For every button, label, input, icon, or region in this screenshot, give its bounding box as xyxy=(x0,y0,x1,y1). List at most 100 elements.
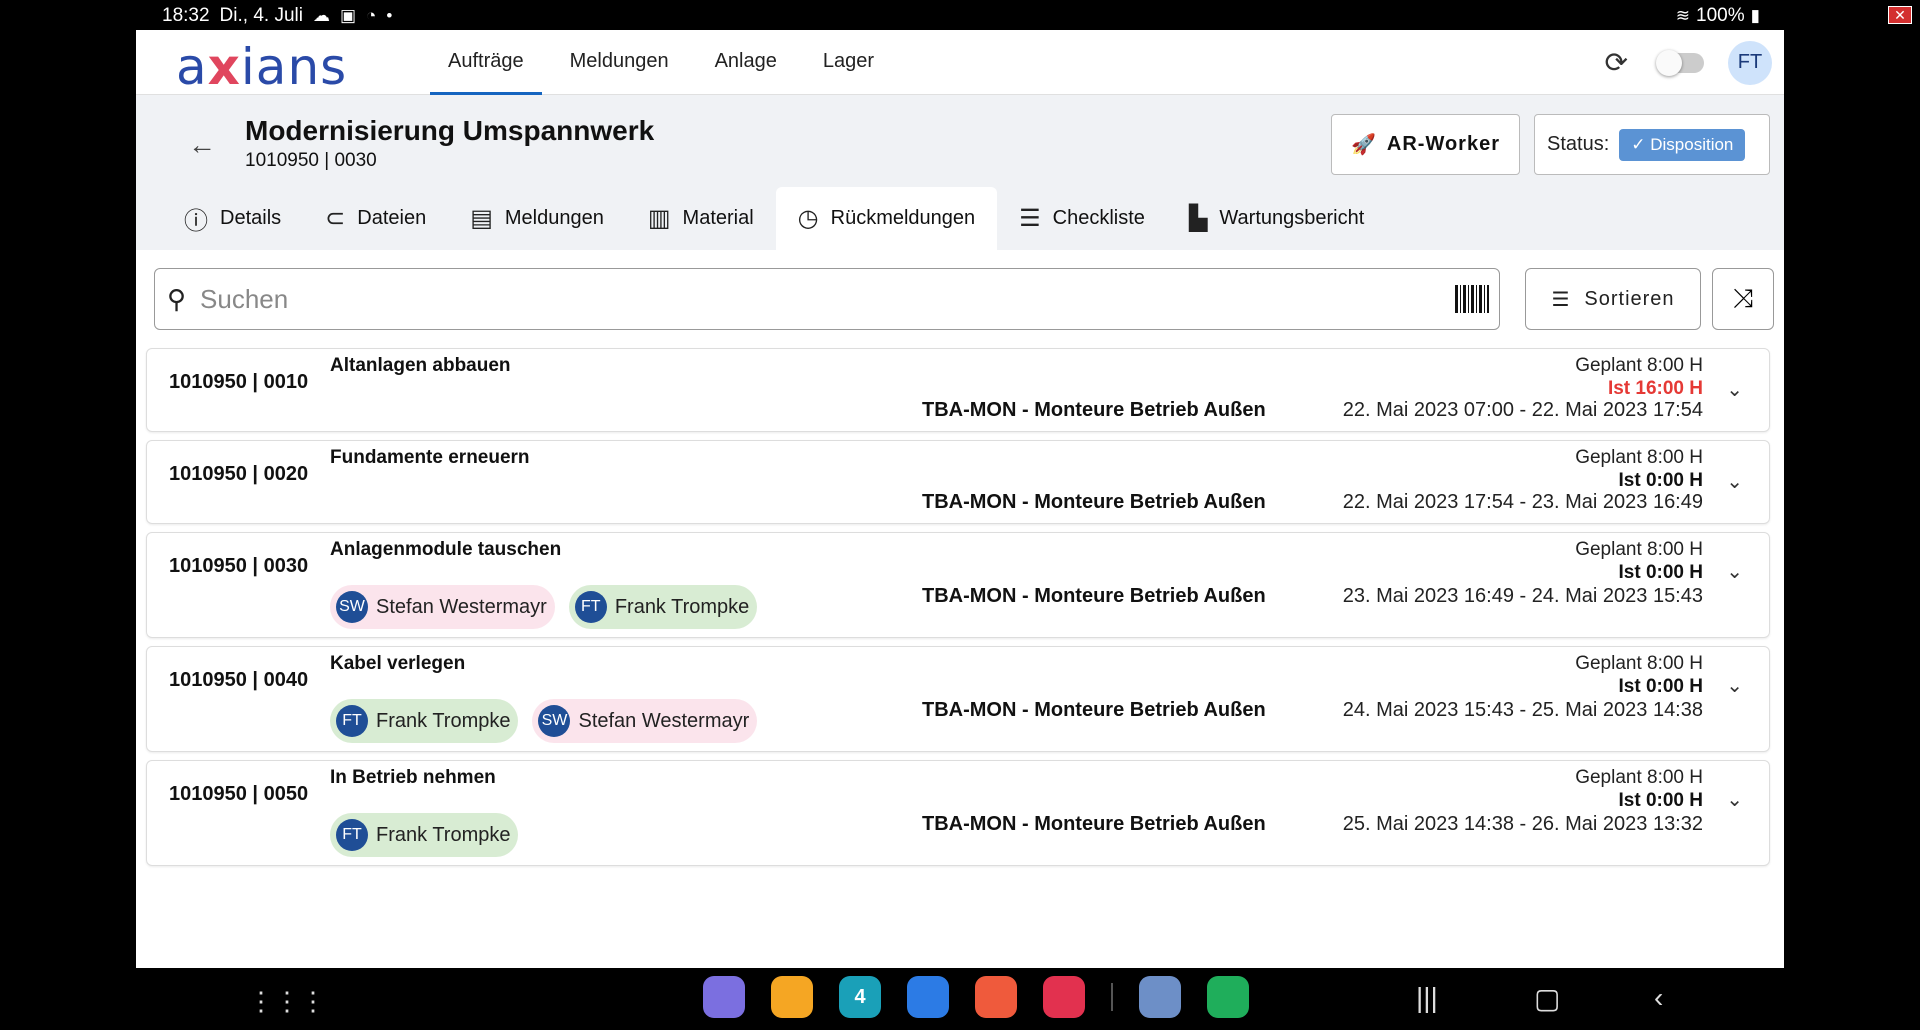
app-drawer-icon[interactable]: ⋮⋮⋮ xyxy=(248,986,326,1017)
search-input[interactable] xyxy=(200,283,1455,315)
list-item[interactable]: 1010950 | 0020 Fundamente erneuern TBA-M… xyxy=(146,440,1770,524)
cloud-icon: ☁ xyxy=(312,6,330,25)
tab-wartungsbericht[interactable]: ▙ Wartungsbericht xyxy=(1167,187,1386,250)
back-icon[interactable]: ‹ xyxy=(1654,982,1663,1014)
wifi-icon: ≋ xyxy=(1675,6,1691,25)
nav-meldungen[interactable]: Meldungen xyxy=(552,30,687,95)
search-row: ⚲ ☰ Sortieren ⤨ xyxy=(154,268,1774,330)
app-window: axians Aufträge Meldungen Anlage Lager ⟳… xyxy=(136,30,1784,968)
close-icon[interactable]: ✕ xyxy=(1888,6,1912,24)
document-icon: ▙ xyxy=(1188,205,1208,232)
actual-hours: Ist 16:00 H xyxy=(1607,378,1703,399)
chevron-down-icon[interactable]: ⌄ xyxy=(1726,377,1743,402)
assignee-chip[interactable]: FT Frank Trompke xyxy=(330,813,519,857)
barcode-scan-icon[interactable] xyxy=(1455,285,1489,313)
sort-button[interactable]: ☰ Sortieren xyxy=(1525,268,1701,330)
system-nav-bar: ⋮⋮⋮ 4 ||| ▢ ‹ xyxy=(0,968,1920,1030)
rocket-icon: 🚀 xyxy=(1351,134,1377,156)
operation-number: 1010950 | 0050 xyxy=(169,783,309,805)
order-number: 1010950 | 0030 xyxy=(245,150,377,171)
tab-dateien[interactable]: ⊂ Dateien xyxy=(303,187,448,250)
date-range: 24. Mai 2023 15:43 - 25. Mai 2023 14:38 xyxy=(1342,699,1703,721)
assignee-chips: FT Frank Trompke SW Stefan Westermayr xyxy=(330,699,758,743)
chevron-down-icon[interactable]: ⌄ xyxy=(1726,787,1743,812)
game-app-icon[interactable] xyxy=(1139,976,1181,1018)
phone-app-icon[interactable] xyxy=(1207,976,1249,1018)
nav-auftraege[interactable]: Aufträge xyxy=(430,30,542,95)
battery-level: 100% xyxy=(1696,5,1745,26)
date: Di., 4. Juli xyxy=(219,5,303,26)
info-icon: ⓘ xyxy=(184,208,208,235)
order-header: ← Modernisierung Umspannwerk 1010950 | 0… xyxy=(136,95,1784,250)
sort-label: Sortieren xyxy=(1584,287,1675,310)
sort-icon: ☰ xyxy=(1551,288,1571,311)
date-range: 22. Mai 2023 07:00 - 22. Mai 2023 17:54 xyxy=(1342,399,1703,421)
status-badge: ✓ Disposition xyxy=(1619,128,1746,161)
chevron-down-icon[interactable]: ⌄ xyxy=(1726,559,1743,584)
operation-number: 1010950 | 0040 xyxy=(169,669,309,691)
message-icon: ▤ xyxy=(470,205,493,232)
assignee-chips: FT Frank Trompke xyxy=(330,813,519,857)
contacts-app-icon[interactable] xyxy=(975,976,1017,1018)
nav-anlage[interactable]: Anlage xyxy=(697,30,795,95)
date-range: 23. Mai 2023 16:49 - 24. Mai 2023 15:43 xyxy=(1342,585,1703,607)
chevron-down-icon[interactable]: ⌄ xyxy=(1726,469,1743,494)
planned-hours: Geplant 8:00 H xyxy=(1575,767,1703,788)
paperclip-icon: ⊂ xyxy=(325,205,346,232)
back-arrow-icon[interactable]: ← xyxy=(188,129,216,161)
tab-meldungen[interactable]: ▤ Meldungen xyxy=(448,187,626,250)
screen-recorder-app-icon[interactable] xyxy=(1043,976,1085,1018)
checklist-icon: ☰ xyxy=(1019,205,1041,232)
tab-material[interactable]: ▥ Material xyxy=(626,187,776,250)
tab-details[interactable]: ⓘ Details xyxy=(162,187,303,250)
planned-hours: Geplant 8:00 H xyxy=(1575,355,1703,376)
sync-icon[interactable]: ⟳ xyxy=(1605,46,1628,79)
files-app-icon[interactable] xyxy=(771,976,813,1018)
ar-worker-button[interactable]: 🚀 AR-Worker xyxy=(1331,114,1520,175)
recents-icon[interactable]: ||| xyxy=(1416,982,1438,1014)
operation-number: 1010950 | 0030 xyxy=(169,555,309,577)
assignee-chip[interactable]: SW Stefan Westermayr xyxy=(330,585,555,629)
assignee-chip[interactable]: FT Frank Trompke xyxy=(568,585,758,629)
calendar-app-icon[interactable]: 4 xyxy=(839,976,881,1018)
operation-number: 1010950 | 0010 xyxy=(169,371,309,393)
search-icon: ⚲ xyxy=(167,283,187,314)
internet-app-icon[interactable] xyxy=(703,976,745,1018)
actual-hours: Ist 0:00 H xyxy=(1618,562,1703,583)
nav-lager[interactable]: Lager xyxy=(805,30,892,95)
user-avatar[interactable]: FT xyxy=(1728,40,1772,85)
sync-status-icon: ◔ xyxy=(366,6,377,25)
messages-app-icon[interactable] xyxy=(907,976,949,1018)
work-center: TBA-MON - Monteure Betrieb Außen xyxy=(922,399,1266,421)
list-item[interactable]: 1010950 | 0010 Altanlagen abbauen TBA-MO… xyxy=(146,348,1770,432)
status-label: Status: xyxy=(1547,133,1610,155)
list-item[interactable]: 1010950 | 0050 In Betrieb nehmen FT Frank… xyxy=(146,760,1770,866)
work-center: TBA-MON - Monteure Betrieb Außen xyxy=(922,699,1266,721)
work-center: TBA-MON - Monteure Betrieb Außen xyxy=(922,491,1266,513)
assignee-chip[interactable]: FT Frank Trompke xyxy=(330,699,519,743)
axians-logo: axians xyxy=(176,38,348,96)
status-field[interactable]: Status: ✓ Disposition xyxy=(1534,114,1770,175)
home-icon[interactable]: ▢ xyxy=(1534,982,1560,1015)
dock-divider xyxy=(1111,983,1113,1011)
chevron-down-icon[interactable]: ⌄ xyxy=(1726,673,1743,698)
factory-icon: ▥ xyxy=(647,205,671,232)
clock-icon: ◷ xyxy=(797,205,819,232)
date-range: 22. Mai 2023 17:54 - 23. Mai 2023 16:49 xyxy=(1342,491,1703,513)
planned-hours: Geplant 8:00 H xyxy=(1575,653,1703,674)
list-item[interactable]: 1010950 | 0040 Kabel verlegen FT Frank Tr… xyxy=(146,646,1770,752)
list-item[interactable]: 1010950 | 0030 Anlagenmodule tauschen SW… xyxy=(146,532,1770,638)
dot-icon: • xyxy=(386,6,393,25)
shuffle-icon[interactable]: ⤨ xyxy=(1712,268,1774,330)
work-center: TBA-MON - Monteure Betrieb Außen xyxy=(922,585,1266,607)
tab-rueckmeldungen[interactable]: ◷ Rückmeldungen xyxy=(775,187,998,250)
status-bar: 18:32 Di., 4. Juli ☁ ▣ ◔ • ≋ 100% ▮ ✕ xyxy=(0,0,1920,30)
mode-toggle[interactable] xyxy=(1656,49,1704,76)
assignee-chip[interactable]: SW Stefan Westermayr xyxy=(532,699,758,743)
avatar: FT xyxy=(574,591,607,623)
assignee-chips: SW Stefan Westermayr FT Frank Trompke xyxy=(330,585,758,629)
tab-checkliste[interactable]: ☰ Checkliste xyxy=(997,187,1167,250)
operation-name: Altanlagen abbauen xyxy=(330,355,511,376)
battery-icon: ▮ xyxy=(1750,6,1760,25)
app-dock: 4 xyxy=(703,976,1249,1018)
